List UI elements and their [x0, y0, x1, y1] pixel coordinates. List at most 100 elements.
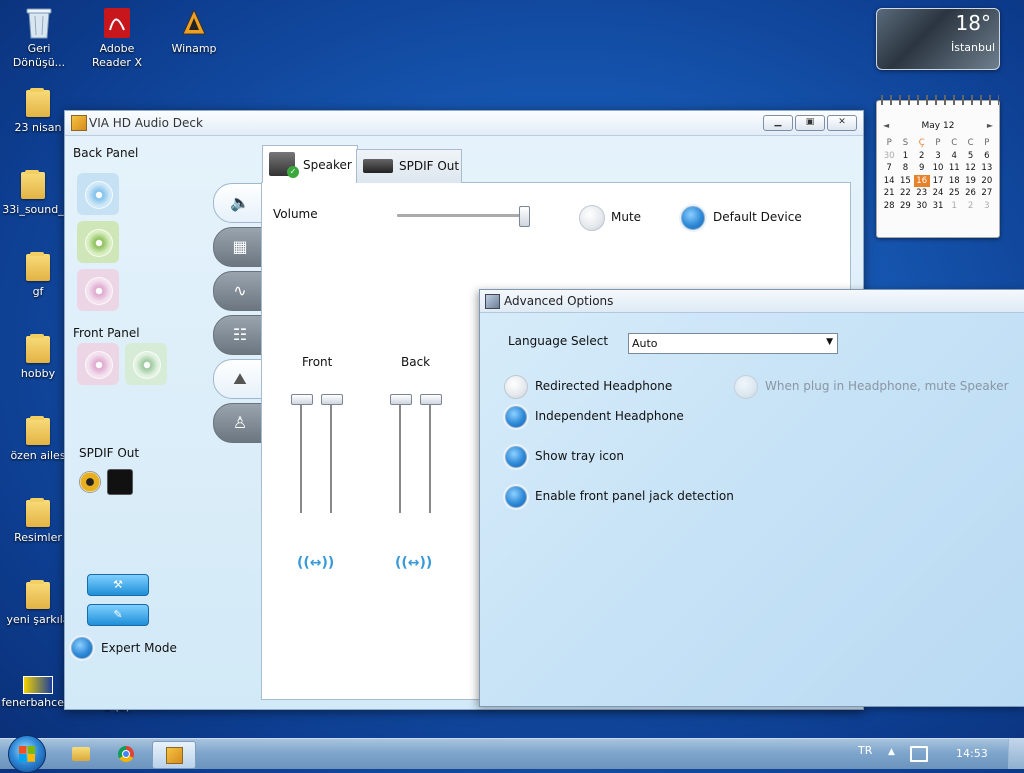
- front-right-slider[interactable]: [330, 399, 332, 513]
- audio-jack-icon: [85, 181, 113, 209]
- calendar-day[interactable]: 23: [914, 187, 930, 200]
- maximize-button[interactable]: ▣: [795, 115, 825, 131]
- taskbar-explorer-button[interactable]: [60, 741, 100, 767]
- calendar-day[interactable]: 16: [913, 174, 930, 187]
- calendar-day[interactable]: 17: [930, 175, 946, 188]
- calendar-day[interactable]: 29: [897, 200, 913, 213]
- front-left-slider[interactable]: [300, 399, 302, 513]
- optical-port-icon[interactable]: [107, 469, 133, 495]
- desktop-icon-label: 23 nisan: [14, 121, 62, 134]
- tool-button-tools[interactable]: ✎: [87, 604, 149, 626]
- back-balance-icon[interactable]: ((↔)): [395, 555, 432, 571]
- calendar-day[interactable]: 6: [979, 150, 995, 163]
- calendar-gadget[interactable]: ◄ May 12 ► P S Ç P C C P 30 1 2 3 4 5 6 7 8 9 10 11…: [876, 95, 1000, 238]
- calendar-day[interactable]: 19: [962, 175, 978, 188]
- close-button[interactable]: ✕: [827, 115, 857, 131]
- desktop-icon-adobe-reader[interactable]: Adobe Reader X: [80, 6, 154, 70]
- taskbar-audio-deck-button[interactable]: [152, 741, 196, 769]
- back-right-slider[interactable]: [429, 399, 431, 513]
- expert-mode-radio[interactable]: [71, 637, 93, 659]
- calendar-day[interactable]: 13: [979, 162, 995, 175]
- side-tab-room-correction[interactable]: ♙: [213, 403, 267, 443]
- calendar-day[interactable]: 10: [930, 162, 946, 175]
- calendar-day[interactable]: 21: [881, 187, 897, 200]
- calendar-day[interactable]: 3: [979, 200, 995, 213]
- calendar-day[interactable]: 28: [881, 200, 897, 213]
- calendar-day[interactable]: 31: [930, 200, 946, 213]
- calendar-day[interactable]: 15: [897, 175, 913, 188]
- side-tab-equalizer[interactable]: ☷: [213, 315, 267, 355]
- back-left-slider[interactable]: [399, 399, 401, 513]
- network-icon[interactable]: [910, 746, 928, 762]
- calendar-day[interactable]: 8: [897, 162, 913, 175]
- calendar-day[interactable]: 7: [881, 162, 897, 175]
- calendar-day[interactable]: 5: [962, 150, 978, 163]
- side-tab-environment[interactable]: ⛰: [213, 359, 267, 399]
- show-desktop-button[interactable]: [1008, 739, 1024, 769]
- calendar-day[interactable]: 27: [979, 187, 995, 200]
- calendar-day[interactable]: 14: [881, 175, 897, 188]
- front-jack-pink[interactable]: [77, 343, 119, 385]
- mute-speaker-radio[interactable]: [734, 375, 758, 399]
- weather-gadget[interactable]: 18° İstanbul: [876, 8, 1000, 70]
- coaxial-port-icon[interactable]: [79, 471, 101, 493]
- calendar-next-icon[interactable]: ►: [987, 121, 993, 130]
- front-jack-detection-radio[interactable]: [505, 486, 527, 508]
- redirected-headphone-radio[interactable]: [504, 375, 528, 399]
- side-tab-waveform[interactable]: ∿: [213, 271, 267, 311]
- desktop-icon-folder[interactable]: 33i_sound_: [0, 170, 70, 217]
- calendar-week-row: 30 1 2 3 4 5 6: [881, 150, 995, 163]
- independent-headphone-radio[interactable]: [505, 406, 527, 428]
- calendar-day[interactable]: 24: [930, 187, 946, 200]
- back-jack-pink[interactable]: [77, 269, 119, 311]
- calendar-day[interactable]: 1: [897, 150, 913, 163]
- back-jack-blue[interactable]: [77, 173, 119, 215]
- default-device-radio[interactable]: [681, 206, 705, 230]
- desktop-icon-recycle-bin[interactable]: Geri Dönüşü...: [2, 6, 76, 70]
- master-volume-slider[interactable]: [397, 214, 529, 217]
- calendar-day[interactable]: 26: [962, 187, 978, 200]
- clock[interactable]: 14:53: [956, 747, 988, 760]
- calendar-day[interactable]: 20: [979, 175, 995, 188]
- calendar-day[interactable]: 22: [897, 187, 913, 200]
- front-balance-icon[interactable]: ((↔)): [297, 555, 334, 571]
- calendar-day[interactable]: 9: [914, 162, 930, 175]
- default-device-label: Default Device: [713, 210, 802, 224]
- show-hidden-icons-icon[interactable]: ▲: [888, 747, 895, 757]
- back-right-thumb[interactable]: [420, 394, 442, 405]
- desktop-icon-winamp[interactable]: Winamp: [157, 6, 231, 56]
- mute-radio[interactable]: [579, 205, 605, 231]
- advanced-options-titlebar[interactable]: Advanced Options: [480, 290, 1024, 313]
- window-titlebar[interactable]: VIA HD Audio Deck ▁ ▣ ✕: [65, 111, 863, 136]
- show-tray-icon-radio[interactable]: [505, 446, 527, 468]
- calendar-day[interactable]: 4: [946, 150, 962, 163]
- minimize-button[interactable]: ▁: [763, 115, 793, 131]
- calendar-day[interactable]: 25: [946, 187, 962, 200]
- side-tab-volume[interactable]: 🔈: [213, 183, 267, 223]
- taskbar-chrome-button[interactable]: [106, 741, 146, 767]
- calendar-day[interactable]: 30: [881, 150, 897, 163]
- calendar-day[interactable]: 18: [946, 175, 962, 188]
- calendar-day[interactable]: 12: [962, 162, 978, 175]
- wrench-icon: ⚒: [113, 578, 123, 591]
- calendar-day[interactable]: 3: [930, 150, 946, 163]
- tool-button-settings[interactable]: ⚒: [87, 574, 149, 596]
- front-right-thumb[interactable]: [321, 394, 343, 405]
- tab-speaker[interactable]: ✓ Speaker: [262, 145, 358, 183]
- calendar-day[interactable]: 2: [962, 200, 978, 213]
- front-jack-green[interactable]: [125, 343, 167, 385]
- front-left-thumb[interactable]: [291, 394, 313, 405]
- calendar-day[interactable]: 2: [914, 150, 930, 163]
- calendar-day[interactable]: 11: [946, 162, 962, 175]
- side-tab-speaker-config[interactable]: ▦: [213, 227, 267, 267]
- language-indicator[interactable]: TR: [858, 744, 872, 757]
- back-left-thumb[interactable]: [390, 394, 412, 405]
- master-volume-thumb[interactable]: [519, 206, 530, 227]
- calendar-week-row: 28 29 30 31 1 2 3: [881, 200, 995, 213]
- language-select-dropdown[interactable]: Auto ▼: [628, 333, 838, 354]
- tab-spdif-out[interactable]: SPDIF Out: [356, 149, 462, 183]
- calendar-day[interactable]: 30: [914, 200, 930, 213]
- calendar-day[interactable]: 1: [946, 200, 962, 213]
- start-button[interactable]: [8, 735, 46, 773]
- back-jack-green[interactable]: [77, 221, 119, 263]
